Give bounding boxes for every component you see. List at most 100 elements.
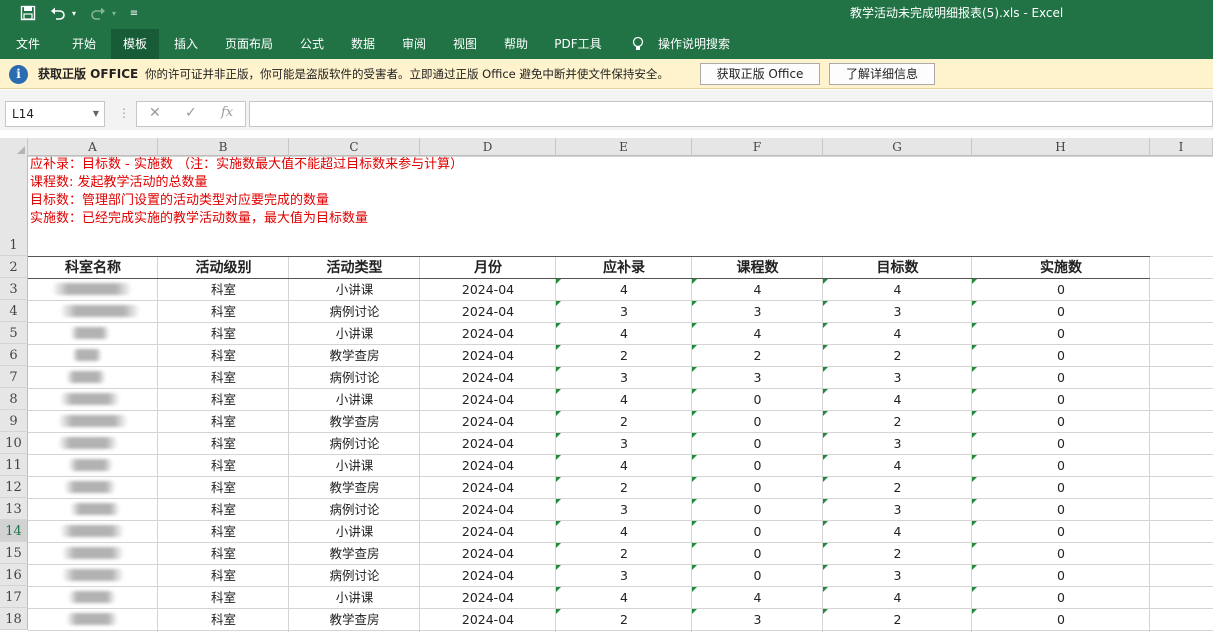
cell-courses[interactable]: 0 <box>692 543 823 565</box>
cell-month[interactable]: 2024-04 <box>420 345 556 367</box>
tab-pdf-tools[interactable]: PDF工具 <box>546 29 610 59</box>
cell-fill[interactable]: 3 <box>556 433 692 455</box>
cell-type[interactable]: 病例讨论 <box>289 301 420 323</box>
row-header-3[interactable]: 3 <box>0 278 28 300</box>
cell-fill[interactable]: 4 <box>556 279 692 301</box>
column-header-g[interactable]: G <box>823 138 972 156</box>
cell-fill[interactable]: 3 <box>556 499 692 521</box>
cell-type[interactable]: 小讲课 <box>289 587 420 609</box>
cell-level[interactable]: 科室 <box>158 279 289 301</box>
cancel-icon[interactable]: ✕ <box>149 105 161 121</box>
cell-courses[interactable]: 4 <box>692 279 823 301</box>
learn-more-button[interactable]: 了解详细信息 <box>829 63 935 85</box>
cell-done[interactable]: 0 <box>972 367 1150 389</box>
cell-fill[interactable]: 4 <box>556 323 692 345</box>
cell-done[interactable]: 0 <box>972 587 1150 609</box>
cell-type[interactable]: 病例讨论 <box>289 499 420 521</box>
column-header-e[interactable]: E <box>556 138 692 156</box>
cell-type[interactable]: 小讲课 <box>289 279 420 301</box>
cell-fill[interactable]: 2 <box>556 609 692 631</box>
cell-fill[interactable]: 2 <box>556 345 692 367</box>
redo-dropdown-icon[interactable]: ▾ <box>109 5 119 23</box>
cell-type[interactable]: 小讲课 <box>289 323 420 345</box>
cell-done[interactable]: 0 <box>972 389 1150 411</box>
undo-icon[interactable] <box>48 5 68 23</box>
tell-me-search[interactable]: 操作说明搜索 <box>652 29 736 59</box>
cell-target[interactable]: 3 <box>823 499 972 521</box>
cell-courses[interactable]: 3 <box>692 609 823 631</box>
drag-handle-icon[interactable]: ⋮ <box>118 106 130 120</box>
cell-target[interactable]: 4 <box>823 587 972 609</box>
cell-type[interactable]: 病例讨论 <box>289 433 420 455</box>
row-header-1[interactable]: 1 <box>0 156 28 256</box>
row-header-8[interactable]: 8 <box>0 388 28 410</box>
column-header-h[interactable]: H <box>972 138 1150 156</box>
customize-icon[interactable]: ≡ <box>127 5 141 23</box>
insert-function-icon[interactable]: fx <box>221 105 233 120</box>
cell-level[interactable]: 科室 <box>158 323 289 345</box>
cell-type[interactable]: 小讲课 <box>289 389 420 411</box>
tab-view[interactable]: 视图 <box>441 29 489 59</box>
cell-level[interactable]: 科室 <box>158 609 289 631</box>
cell-courses[interactable]: 4 <box>692 323 823 345</box>
cell-fill[interactable]: 3 <box>556 367 692 389</box>
row-header-15[interactable]: 15 <box>0 542 28 564</box>
row-header-11[interactable]: 11 <box>0 454 28 476</box>
cell-type[interactable]: 教学查房 <box>289 345 420 367</box>
tab-home[interactable]: 开始 <box>60 29 108 59</box>
cell-done[interactable]: 0 <box>972 345 1150 367</box>
cell-target[interactable]: 4 <box>823 389 972 411</box>
tab-page-layout[interactable]: 页面布局 <box>216 29 282 59</box>
column-header-a[interactable]: A <box>28 138 158 156</box>
cell-courses[interactable]: 3 <box>692 367 823 389</box>
name-box[interactable]: L14 ▼ <box>5 101 105 127</box>
cell-level[interactable]: 科室 <box>158 565 289 587</box>
cell-done[interactable]: 0 <box>972 279 1150 301</box>
cell-month[interactable]: 2024-04 <box>420 455 556 477</box>
cell-target[interactable]: 2 <box>823 345 972 367</box>
column-header-d[interactable]: D <box>420 138 556 156</box>
cell-done[interactable]: 0 <box>972 543 1150 565</box>
cell-month[interactable]: 2024-04 <box>420 521 556 543</box>
cell-month[interactable]: 2024-04 <box>420 367 556 389</box>
row-header-18[interactable]: 18 <box>0 608 28 630</box>
cell-fill[interactable]: 2 <box>556 543 692 565</box>
cell-target[interactable]: 4 <box>823 521 972 543</box>
cell-target[interactable]: 4 <box>823 323 972 345</box>
select-all-corner[interactable] <box>0 138 28 156</box>
row-header-16[interactable]: 16 <box>0 564 28 586</box>
cell-done[interactable]: 0 <box>972 609 1150 631</box>
cell-courses[interactable]: 0 <box>692 433 823 455</box>
row-header-10[interactable]: 10 <box>0 432 28 454</box>
cell-month[interactable]: 2024-04 <box>420 301 556 323</box>
cell-done[interactable]: 0 <box>972 301 1150 323</box>
row-header-13[interactable]: 13 <box>0 498 28 520</box>
row-header-2[interactable]: 2 <box>0 256 28 278</box>
cell-month[interactable]: 2024-04 <box>420 543 556 565</box>
tab-insert[interactable]: 插入 <box>162 29 210 59</box>
cell-level[interactable]: 科室 <box>158 433 289 455</box>
cell-courses[interactable]: 0 <box>692 477 823 499</box>
cell-fill[interactable]: 4 <box>556 455 692 477</box>
cell-fill[interactable]: 4 <box>556 389 692 411</box>
cell-courses[interactable]: 0 <box>692 389 823 411</box>
cell-fill[interactable]: 3 <box>556 301 692 323</box>
cell-level[interactable]: 科室 <box>158 301 289 323</box>
enter-icon[interactable]: ✓ <box>185 105 197 121</box>
row-header-12[interactable]: 12 <box>0 476 28 498</box>
cell-month[interactable]: 2024-04 <box>420 389 556 411</box>
tab-review[interactable]: 审阅 <box>390 29 438 59</box>
column-header-c[interactable]: C <box>289 138 420 156</box>
row-header-17[interactable]: 17 <box>0 586 28 608</box>
cell-done[interactable]: 0 <box>972 433 1150 455</box>
cell-type[interactable]: 教学查房 <box>289 543 420 565</box>
cell-done[interactable]: 0 <box>972 323 1150 345</box>
cell-month[interactable]: 2024-04 <box>420 433 556 455</box>
cell-month[interactable]: 2024-04 <box>420 587 556 609</box>
cell-fill[interactable]: 4 <box>556 587 692 609</box>
row-header-4[interactable]: 4 <box>0 300 28 322</box>
cell-target[interactable]: 2 <box>823 411 972 433</box>
cell-level[interactable]: 科室 <box>158 543 289 565</box>
cell-courses[interactable]: 3 <box>692 301 823 323</box>
cell-target[interactable]: 2 <box>823 477 972 499</box>
